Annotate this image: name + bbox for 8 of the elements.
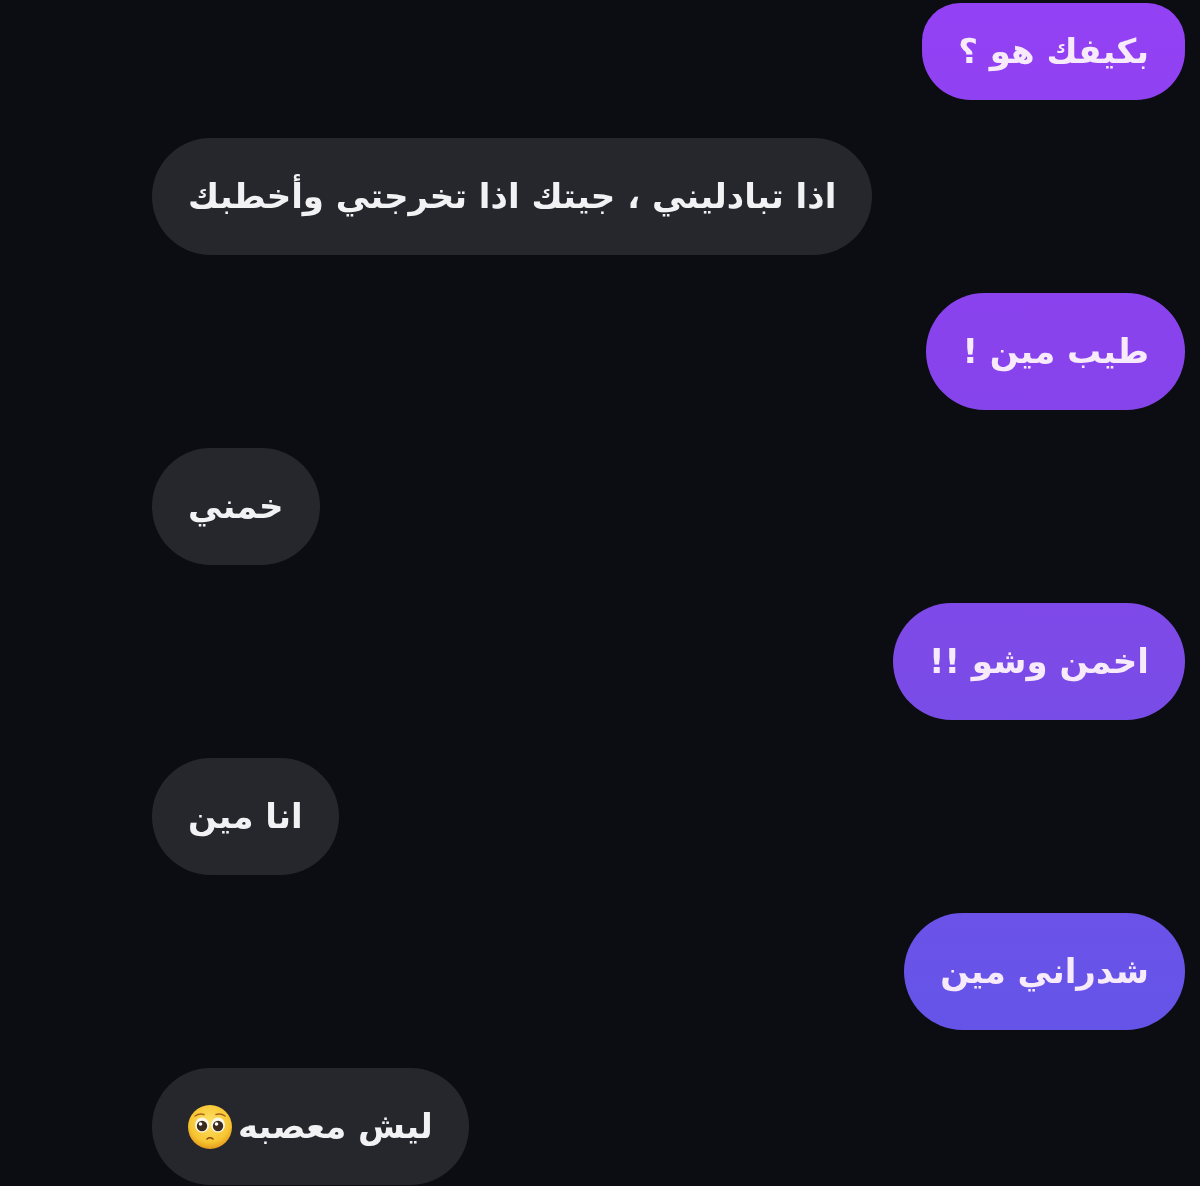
message-text: شدراني مين — [940, 950, 1149, 994]
message-text: انا مين — [188, 795, 303, 839]
message-text: بكيفك هو ؟ — [958, 30, 1149, 74]
message-text: خمني — [188, 485, 284, 529]
message-text: اخمن وشو !! — [928, 640, 1149, 684]
message-text: ليش معصبه — [238, 1105, 433, 1149]
message-text: طيب مين ! — [962, 330, 1149, 374]
message-text: اذا تبادليني ، جيتك اذا تخرجتي وأخطبك — [188, 174, 837, 219]
